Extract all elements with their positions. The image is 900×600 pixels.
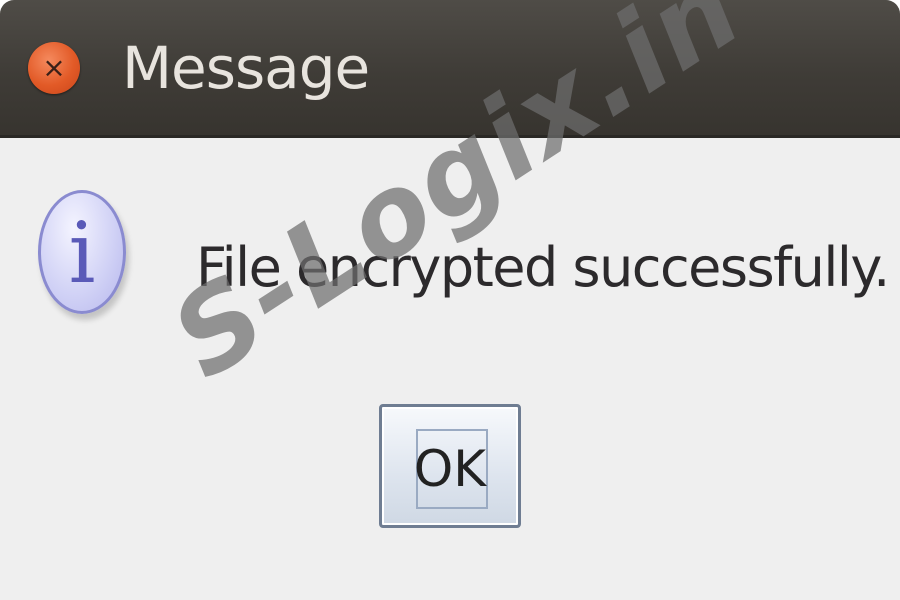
titlebar: × Message xyxy=(0,0,900,138)
info-icon: i xyxy=(38,190,126,314)
ok-button-label: OK xyxy=(413,440,487,498)
window-title: Message xyxy=(122,34,370,102)
info-icon-glyph: i xyxy=(68,204,96,302)
ok-button[interactable]: OK xyxy=(379,404,521,528)
close-icon: × xyxy=(42,51,66,84)
message-text: File encrypted successfully. xyxy=(196,236,890,299)
close-button[interactable]: × xyxy=(28,42,80,94)
message-dialog: × Message i File encrypted successfully.… xyxy=(0,0,900,600)
